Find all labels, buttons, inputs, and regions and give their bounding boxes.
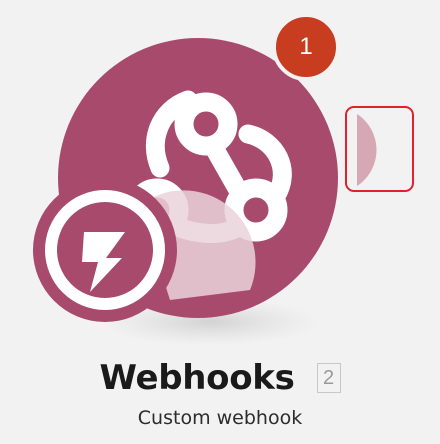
- operations-count-badge[interactable]: 1: [272, 13, 340, 81]
- instant-trigger-lightning-icon: [33, 178, 177, 322]
- connector-handle-selection[interactable]: [345, 106, 414, 192]
- scenario-module[interactable]: 1 Webhooks 2 Custom webhook: [0, 0, 440, 444]
- module-title: Webhooks: [99, 358, 295, 398]
- module-subtitle: Custom webhook: [137, 407, 303, 429]
- module-version-badge: 2: [316, 363, 341, 393]
- operations-count-label: 1: [299, 33, 313, 60]
- module-title-row: Webhooks 2: [0, 358, 440, 398]
